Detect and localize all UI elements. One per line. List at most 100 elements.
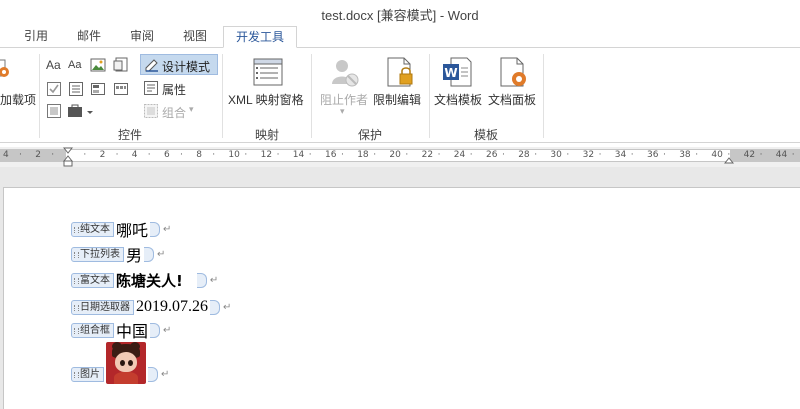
- group-icon[interactable]: [143, 103, 159, 119]
- checkbox-control-icon[interactable]: [46, 81, 62, 97]
- ruler-tick-mark: ·: [147, 150, 151, 160]
- tab-mailings[interactable]: 邮件: [70, 26, 108, 48]
- legacy-tools-icon[interactable]: [46, 103, 62, 119]
- ruler-tick-mark: ·: [759, 150, 763, 160]
- document-panel-label[interactable]: 文档面板: [488, 91, 536, 108]
- repeating-section-icon[interactable]: [66, 103, 96, 119]
- combo-box-control-icon[interactable]: [68, 81, 84, 97]
- document-panel-icon[interactable]: [497, 56, 529, 88]
- ruler-tick-label: 16: [325, 150, 337, 160]
- plain-text-control-icon[interactable]: Aa: [68, 59, 81, 71]
- ruler-tick-mark: ·: [341, 150, 344, 160]
- group-separator: [39, 54, 40, 138]
- paragraph-mark: ↵: [223, 301, 232, 313]
- ruler-tick-mark: ·: [534, 150, 538, 160]
- ruler-tick-label: 20: [389, 150, 401, 160]
- addins-label[interactable]: 加载项: [0, 91, 36, 108]
- dropdown-list-content-control[interactable]: 下拉列表 男 ↵: [71, 243, 165, 265]
- xml-mapping-pane-label[interactable]: XML 映射窗格: [228, 91, 304, 108]
- properties-label[interactable]: 属性: [162, 81, 186, 98]
- content-control-tag[interactable]: 组合框: [71, 322, 114, 338]
- mapping-group-label: 映射: [255, 128, 280, 142]
- ruler-tick-mark: ·: [51, 150, 55, 160]
- restrict-editing-icon[interactable]: [384, 56, 416, 88]
- design-mode-button[interactable]: 设计模式: [140, 54, 218, 75]
- building-block-control-icon[interactable]: [113, 57, 129, 73]
- block-authors-chevron-down-icon[interactable]: ▾: [340, 106, 345, 117]
- ruler-tick-label: 40: [711, 150, 723, 160]
- picture-image[interactable]: [106, 342, 146, 384]
- xml-mapping-pane-icon[interactable]: [252, 57, 284, 87]
- group-separator: [429, 54, 430, 138]
- window-title: test.docx [兼容模式] - Word: [321, 8, 479, 23]
- ruler-tick-label: 36: [647, 150, 659, 160]
- content-control-tag[interactable]: 纯文本: [71, 221, 114, 237]
- ruler-tick-label: 22: [421, 150, 434, 160]
- document-template-label[interactable]: 文档模板: [434, 91, 482, 108]
- group-chevron-down-icon[interactable]: ▾: [189, 104, 194, 115]
- paragraph-mark: ↵: [161, 368, 170, 380]
- document-template-icon[interactable]: W: [441, 56, 473, 88]
- content-control-value[interactable]: 男: [124, 242, 144, 266]
- image-bun-right: [130, 342, 140, 351]
- ribbon-tabs: 引用 邮件 审阅 视图 开发工具: [0, 24, 800, 48]
- content-control-tag[interactable]: 下拉列表: [71, 246, 124, 262]
- restrict-editing-label[interactable]: 限制编辑: [373, 91, 421, 108]
- group-separator: [222, 54, 223, 138]
- content-control-tag[interactable]: 图片: [71, 366, 104, 382]
- tab-view[interactable]: 视图: [176, 26, 214, 48]
- ruler-tick-mark: ·: [244, 150, 248, 160]
- plain-text-content-control[interactable]: 纯文本 哪吒 ↵: [71, 218, 171, 240]
- date-picker-content-control[interactable]: 日期选取器 2019.07.26 ↵: [71, 296, 231, 318]
- ruler-tick-label: 44: [775, 150, 788, 160]
- picture-content-control[interactable]: 图片 ↵: [71, 342, 169, 384]
- content-control-tag[interactable]: 日期选取器: [71, 299, 134, 315]
- block-authors-icon[interactable]: [328, 56, 360, 88]
- image-face: [115, 352, 137, 372]
- ruler-tick-label: 30: [550, 150, 562, 160]
- design-mode-icon: [145, 59, 158, 72]
- ruler-tick-label: 38: [679, 150, 691, 160]
- addins-icon[interactable]: [0, 58, 10, 80]
- ruler-tick-mark: ·: [598, 150, 602, 160]
- properties-icon[interactable]: [143, 80, 159, 96]
- content-control-end: [210, 299, 220, 315]
- tab-developer[interactable]: 开发工具: [223, 26, 297, 48]
- ruler-tick-label: 34: [614, 150, 627, 160]
- combo-box-content-control[interactable]: 组合框 中国 ↵: [71, 319, 171, 341]
- right-indent-marker-icon[interactable]: [724, 155, 734, 165]
- group-separator: [311, 54, 312, 138]
- controls-group-label: 控件: [118, 128, 143, 142]
- ruler-tick-mark: ·: [83, 150, 87, 160]
- ruler-tick-label: 32: [582, 150, 595, 160]
- content-control-value[interactable]: 中国: [114, 318, 150, 342]
- ruler-tick-label: 2: [99, 150, 106, 160]
- ruler-tick-mark: ·: [308, 150, 312, 160]
- date-picker-control-icon[interactable]: [113, 81, 129, 97]
- ruler-tick-mark: ·: [180, 150, 183, 160]
- group-combo-label[interactable]: 组合: [162, 104, 186, 121]
- ruler-tick-mark: ·: [115, 150, 119, 160]
- ruler-tick-label: 4: [3, 150, 9, 160]
- ruler-tick-label: 26: [486, 150, 498, 160]
- tab-references[interactable]: 引用: [18, 26, 54, 48]
- content-control-end: [196, 272, 207, 288]
- ruler-tick-mark: ·: [19, 150, 22, 160]
- content-control-value[interactable]: 陈塘关人!: [114, 270, 185, 291]
- design-mode-label: 设计模式: [162, 60, 211, 74]
- content-control-value[interactable]: 哪吒: [114, 217, 150, 241]
- ruler-tick-mark: ·: [212, 150, 216, 160]
- horizontal-ruler[interactable]: 4 · 2 · · 2 · 4 · 6 · 8 · 10 · 12 · 14 · 16 · 18 · 20 · 22 · 24 · 26 ·…: [0, 147, 800, 167]
- rich-text-content-control[interactable]: 富文本 陈塘关人! ↵: [71, 269, 218, 291]
- content-control-tag[interactable]: 富文本: [71, 272, 114, 288]
- dropdown-list-control-icon[interactable]: [90, 81, 106, 97]
- content-control-value[interactable]: 2019.07.26: [134, 298, 210, 316]
- picture-control-icon[interactable]: [90, 57, 106, 73]
- paragraph-mark: ↵: [163, 223, 172, 235]
- tab-review[interactable]: 审阅: [124, 26, 160, 48]
- ruler-right-margin: [730, 149, 800, 162]
- indent-marker-icon[interactable]: [63, 147, 73, 167]
- content-control-end: [148, 366, 158, 382]
- ruler-tick-mark: ·: [663, 150, 666, 160]
- rich-text-control-icon[interactable]: Aa: [46, 58, 61, 72]
